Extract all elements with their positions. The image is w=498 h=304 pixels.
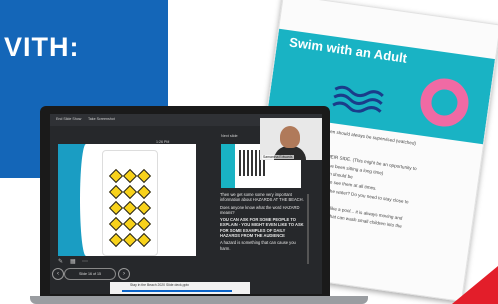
video-caption: Samantha Edwards [262, 155, 294, 159]
notes-paragraph: A hazard is something that can cause you… [220, 240, 296, 251]
previous-slide-button[interactable]: ‹ [52, 268, 64, 280]
next-slide-button[interactable]: › [118, 268, 130, 280]
hazard-sign-icon [108, 216, 124, 232]
hazard-sign-icon [136, 184, 152, 200]
red-corner-decoration [452, 266, 498, 304]
hazard-sign-icon [136, 232, 152, 248]
media-taskbar[interactable]: Stay in the Beach 2020 Slide deck.pptx [110, 282, 250, 294]
grid-view-icon[interactable]: ▦ [70, 258, 76, 265]
hazard-sign-icon [108, 232, 124, 248]
next-slide-label: Next slide [221, 134, 238, 138]
notes-scrollbar[interactable] [307, 194, 309, 264]
notes-paragraph: YOU CAN ASK FOR SOME PEOPLE TO EXPLAIN -… [220, 217, 304, 239]
taskbar-title: Stay in the Beach 2020 Slide deck.pptx [130, 283, 189, 287]
presenter-view: End Slide Show Take Screenshot 1:26 PM N… [50, 114, 322, 294]
playback-progress[interactable] [122, 290, 232, 292]
hazard-sign-icon [122, 184, 138, 200]
notes-paragraph: Then we get some some very important inf… [220, 192, 304, 203]
pen-tool-icon[interactable]: ✎ [58, 258, 63, 265]
slide-counter: Slide 16 of 15 [64, 268, 116, 280]
screenshot-button[interactable]: Take Screenshot [88, 117, 115, 121]
hazard-sign-icon [108, 168, 124, 184]
hazard-sign-icon [108, 184, 124, 200]
hazard-sign-icon [136, 168, 152, 184]
hazard-sign-icon [108, 200, 124, 216]
hazard-sign-icon [136, 216, 152, 232]
slide-wave-curve [80, 144, 92, 256]
video-feed: Samantha Edwards [260, 118, 322, 160]
notes-paragraph: Does anyone know what the word HAZARD me… [220, 204, 300, 215]
hazard-sign-icon [122, 200, 138, 216]
current-slide [58, 144, 196, 256]
hazard-sign-icon [122, 232, 138, 248]
end-show-button[interactable]: End Slide Show [56, 117, 81, 121]
banner-headline: VITH: [4, 32, 80, 62]
next-slide-band [221, 144, 235, 188]
hazard-sign-icon [122, 216, 138, 232]
speaker-notes: Then we get some some very important inf… [220, 192, 304, 253]
laptop-base [30, 296, 368, 304]
hazard-sign-icon [136, 200, 152, 216]
hazard-sign-icon [122, 168, 138, 184]
more-options-icon[interactable]: ⋯ [82, 258, 88, 265]
phone-mockup [102, 150, 158, 256]
presenter-avatar [280, 126, 300, 148]
